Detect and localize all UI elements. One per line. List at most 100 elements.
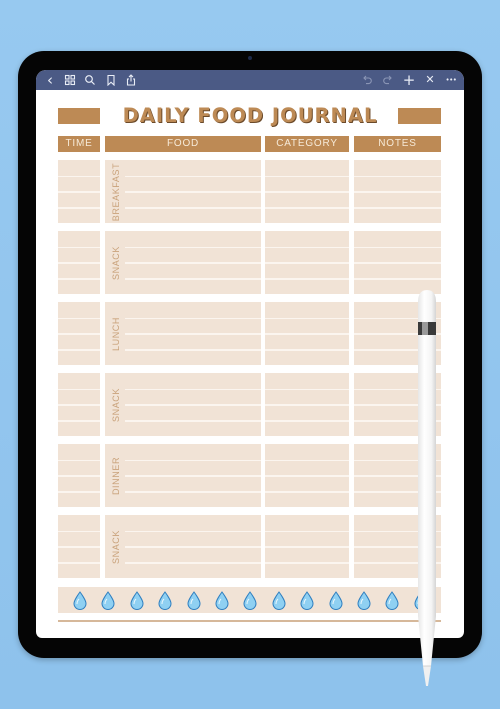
row-divider — [265, 491, 349, 493]
redo-icon[interactable] — [380, 72, 396, 88]
food-cell[interactable] — [105, 231, 261, 294]
column-header-notes: NOTES — [354, 136, 441, 152]
row-divider — [125, 207, 261, 209]
row-divider — [125, 475, 261, 477]
search-icon[interactable] — [82, 72, 98, 88]
notes-cell[interactable] — [354, 160, 441, 223]
water-drop-icon[interactable] — [214, 591, 230, 610]
food-cell[interactable] — [105, 302, 261, 365]
column-header-time: TIME — [58, 136, 100, 152]
category-cell[interactable] — [265, 160, 349, 223]
section-label: SNACK — [108, 515, 124, 578]
section-label-text: BREAKFAST — [111, 162, 122, 221]
food-cell[interactable] — [105, 515, 261, 578]
row-divider — [125, 349, 261, 351]
time-cell[interactable] — [58, 444, 100, 507]
row-divider — [125, 246, 261, 249]
row-divider — [125, 388, 261, 391]
section-label: SNACK — [108, 231, 124, 294]
page-title: DAILY FOOD JOURNAL — [122, 104, 378, 127]
meal-section-dinner-4: DINNER — [58, 444, 441, 507]
row-divider — [125, 530, 261, 533]
water-drop-icon[interactable] — [157, 591, 173, 610]
meal-section-snack-5: SNACK — [58, 515, 441, 578]
row-divider — [354, 278, 441, 280]
category-cell[interactable] — [265, 515, 349, 578]
column-header-category: CATEGORY — [265, 136, 349, 152]
row-divider — [265, 349, 349, 351]
row-divider — [125, 546, 261, 548]
meal-section-lunch-2: LUNCH — [58, 302, 441, 365]
water-drop-icon[interactable] — [242, 591, 258, 610]
row-divider — [58, 420, 100, 422]
water-drop-icon[interactable] — [356, 591, 372, 610]
row-divider — [265, 207, 349, 209]
time-cell[interactable] — [58, 160, 100, 223]
time-cell[interactable] — [58, 302, 100, 365]
grid-icon[interactable] — [62, 72, 78, 88]
back-icon[interactable]: ‹ — [42, 72, 58, 88]
row-divider — [58, 404, 100, 406]
add-icon[interactable]: + — [401, 72, 417, 88]
time-cell[interactable] — [58, 231, 100, 294]
title-bar-right — [398, 108, 441, 124]
row-divider — [58, 191, 100, 193]
category-cell[interactable] — [265, 231, 349, 294]
app-screen: ‹ + ✕ ••• DAILY FOOD JOURNAL TIME FOOD C… — [36, 70, 464, 638]
meal-section-snack-1: SNACK — [58, 231, 441, 294]
row-divider — [125, 175, 261, 178]
category-cell[interactable] — [265, 302, 349, 365]
close-icon[interactable]: ✕ — [422, 72, 438, 88]
meal-section-snack-3: SNACK — [58, 373, 441, 436]
row-divider — [58, 562, 100, 564]
undo-icon[interactable] — [359, 72, 375, 88]
row-divider — [265, 459, 349, 462]
row-divider — [125, 420, 261, 422]
row-divider — [265, 246, 349, 249]
water-drop-icon[interactable] — [186, 591, 202, 610]
water-drop-icon[interactable] — [129, 591, 145, 610]
section-label: BREAKFAST — [108, 160, 124, 223]
meal-section-breakfast-0: BREAKFAST — [58, 160, 441, 223]
row-divider — [265, 388, 349, 391]
category-cell[interactable] — [265, 444, 349, 507]
category-cell[interactable] — [265, 373, 349, 436]
row-divider — [125, 459, 261, 462]
row-divider — [58, 388, 100, 391]
row-divider — [58, 278, 100, 280]
section-label: DINNER — [108, 444, 124, 507]
water-drop-icon[interactable] — [328, 591, 344, 610]
share-icon[interactable] — [123, 72, 139, 88]
food-cell[interactable] — [105, 160, 261, 223]
row-divider — [58, 246, 100, 249]
food-cell[interactable] — [105, 373, 261, 436]
row-divider — [265, 175, 349, 178]
row-divider — [265, 546, 349, 548]
food-cell[interactable] — [105, 444, 261, 507]
time-cell[interactable] — [58, 373, 100, 436]
notes-cell[interactable] — [354, 231, 441, 294]
water-drop-icon[interactable] — [271, 591, 287, 610]
more-icon[interactable]: ••• — [443, 72, 459, 88]
bookmark-icon[interactable] — [103, 72, 119, 88]
row-divider — [354, 191, 441, 193]
water-drop-icon[interactable] — [299, 591, 315, 610]
row-divider — [58, 349, 100, 351]
water-drop-icon[interactable] — [72, 591, 88, 610]
section-label: SNACK — [108, 373, 124, 436]
row-divider — [125, 562, 261, 564]
row-divider — [265, 333, 349, 335]
row-divider — [125, 491, 261, 493]
time-cell[interactable] — [58, 515, 100, 578]
row-divider — [58, 207, 100, 209]
row-divider — [354, 262, 441, 264]
row-divider — [125, 333, 261, 335]
row-divider — [354, 246, 441, 249]
water-drop-icon[interactable] — [100, 591, 116, 610]
water-drop-icon[interactable] — [384, 591, 400, 610]
row-divider — [265, 262, 349, 264]
row-divider — [265, 530, 349, 533]
top-toolbar: ‹ + ✕ ••• — [36, 70, 464, 90]
section-label-text: LUNCH — [111, 316, 122, 351]
row-divider — [125, 317, 261, 320]
